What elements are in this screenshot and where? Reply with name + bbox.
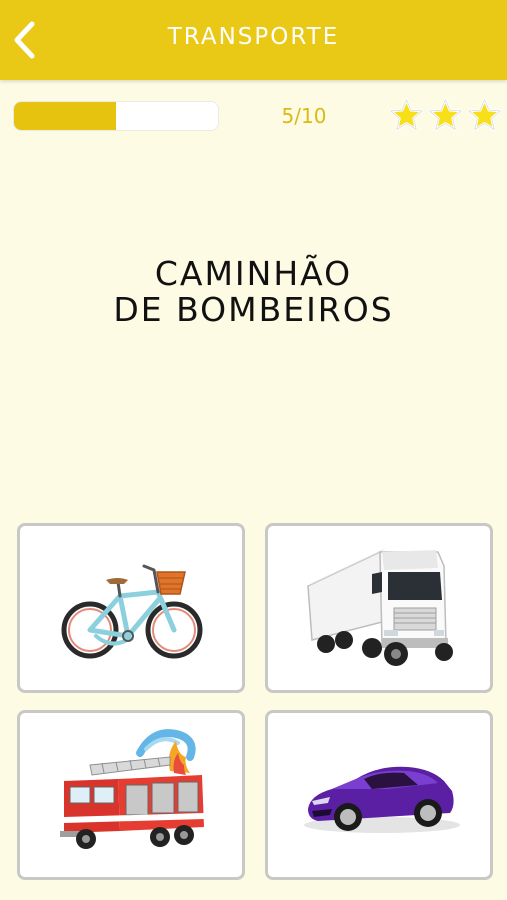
word-prompt-line-1: CAMINHÃO bbox=[154, 254, 353, 293]
answer-option-sports-car[interactable] bbox=[265, 710, 493, 880]
progress-bar-fill bbox=[14, 102, 116, 130]
page-title: TRANSPORTE bbox=[167, 24, 340, 50]
star-icon bbox=[467, 98, 502, 131]
bicycle-image bbox=[61, 564, 203, 659]
fire-truck-image bbox=[60, 729, 204, 849]
progress-bar bbox=[13, 101, 219, 131]
sports-car-image bbox=[304, 766, 460, 833]
progress-counter: 5/10 bbox=[281, 104, 327, 128]
star-icon bbox=[389, 98, 424, 131]
word-prompt-line-2: DE BOMBEIROS bbox=[113, 290, 394, 329]
header-bar: TRANSPORTE bbox=[0, 0, 507, 80]
answer-option-semi-truck[interactable] bbox=[265, 523, 493, 693]
word-prompt: CAMINHÃO DE BOMBEIROS bbox=[0, 256, 507, 328]
answer-option-fire-truck[interactable] bbox=[17, 710, 245, 880]
star-rating bbox=[388, 97, 503, 134]
star-icon bbox=[428, 98, 463, 131]
semi-truck-image bbox=[307, 548, 453, 666]
answer-option-bicycle[interactable] bbox=[17, 523, 245, 693]
